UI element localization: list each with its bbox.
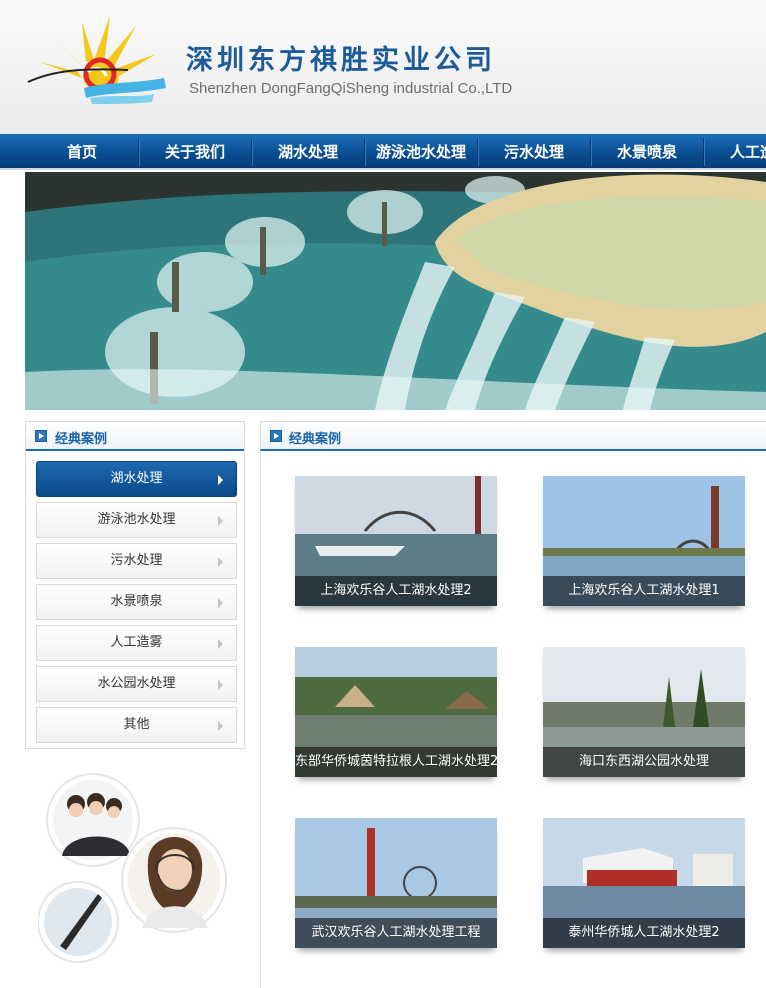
category-label: 水景喷泉: [110, 594, 163, 609]
chevron-right-icon: [218, 516, 223, 526]
main-nav: 首页 关于我们 湖水处理 游泳池水处理 污水处理 水景喷泉 人工造: [0, 134, 766, 170]
nav-item-lake-water[interactable]: 湖水处理: [252, 134, 364, 168]
arrow-box-icon: [270, 430, 282, 442]
category-label: 水公园水处理: [97, 676, 176, 691]
nav-item-home[interactable]: 首页: [26, 134, 138, 168]
case-card[interactable]: 武汉欢乐谷人工湖水处理工程: [295, 818, 497, 948]
company-name-en: Shenzhen DongFangQiSheng industrial Co.,…: [189, 80, 513, 97]
category-lake-water[interactable]: 湖水处理: [36, 461, 237, 497]
chevron-right-icon: [218, 639, 223, 649]
nav-item-fountain[interactable]: 水景喷泉: [591, 134, 703, 168]
company-logo[interactable]: [24, 14, 174, 106]
company-name-cn: 深圳东方祺胜实业公司: [186, 45, 496, 76]
nav-item-artificial[interactable]: 人工造: [704, 134, 766, 168]
case-caption: 泰州华侨城人工湖水处理2: [543, 918, 745, 948]
chevron-right-icon: [218, 598, 223, 608]
fountain-banner-image: [25, 172, 766, 410]
sidebar-title-bar: 经典案例: [26, 422, 244, 451]
category-water-park[interactable]: 水公园水处理: [36, 666, 237, 702]
category-label: 污水处理: [110, 553, 163, 568]
case-caption: 海口东西湖公园水处理: [543, 747, 745, 777]
case-card[interactable]: 海口东西湖公园水处理: [543, 647, 745, 777]
chevron-right-icon: [218, 680, 223, 690]
case-card[interactable]: 泰州华侨城人工湖水处理2: [543, 818, 745, 948]
case-card[interactable]: 上海欢乐谷人工湖水处理1: [543, 476, 745, 606]
main-title-bar: 经典案例: [260, 421, 766, 451]
category-sewage[interactable]: 污水处理: [36, 543, 237, 579]
customer-service-image: [38, 773, 227, 963]
nav-item-about[interactable]: 关于我们: [139, 134, 251, 168]
chevron-right-icon: [218, 721, 223, 731]
site-header: 深圳东方祺胜实业公司 Shenzhen DongFangQiSheng indu…: [0, 0, 766, 134]
case-caption: 上海欢乐谷人工湖水处理2: [295, 576, 497, 606]
column-divider: [260, 421, 261, 988]
case-category-panel: 经典案例 湖水处理 游泳池水处理 污水处理 水景喷泉 人工造雾 水公园水处理 其…: [25, 421, 245, 749]
category-label: 游泳池水处理: [97, 512, 176, 527]
case-card[interactable]: 上海欢乐谷人工湖水处理2: [295, 476, 497, 606]
category-label: 人工造雾: [110, 635, 163, 650]
chevron-right-icon: [218, 475, 223, 485]
chevron-right-icon: [218, 557, 223, 567]
nav-item-pool-water[interactable]: 游泳池水处理: [365, 134, 477, 168]
case-caption: 武汉欢乐谷人工湖水处理工程: [295, 918, 497, 948]
category-pool-water[interactable]: 游泳池水处理: [36, 502, 237, 538]
arrow-box-icon: [35, 430, 47, 442]
category-artificial-fog[interactable]: 人工造雾: [36, 625, 237, 661]
category-fountain[interactable]: 水景喷泉: [36, 584, 237, 620]
category-other[interactable]: 其他: [36, 707, 237, 743]
case-card[interactable]: 东部华侨城茵特拉根人工湖水处理2: [295, 647, 497, 777]
case-caption: 东部华侨城茵特拉根人工湖水处理2: [295, 747, 497, 777]
nav-item-sewage[interactable]: 污水处理: [478, 134, 590, 168]
hero-banner: [25, 172, 766, 410]
main-title: 经典案例: [289, 432, 342, 447]
case-caption: 上海欢乐谷人工湖水处理1: [543, 576, 745, 606]
category-label: 湖水处理: [110, 471, 163, 486]
sidebar-title: 经典案例: [55, 432, 108, 447]
category-label: 其他: [123, 717, 150, 732]
